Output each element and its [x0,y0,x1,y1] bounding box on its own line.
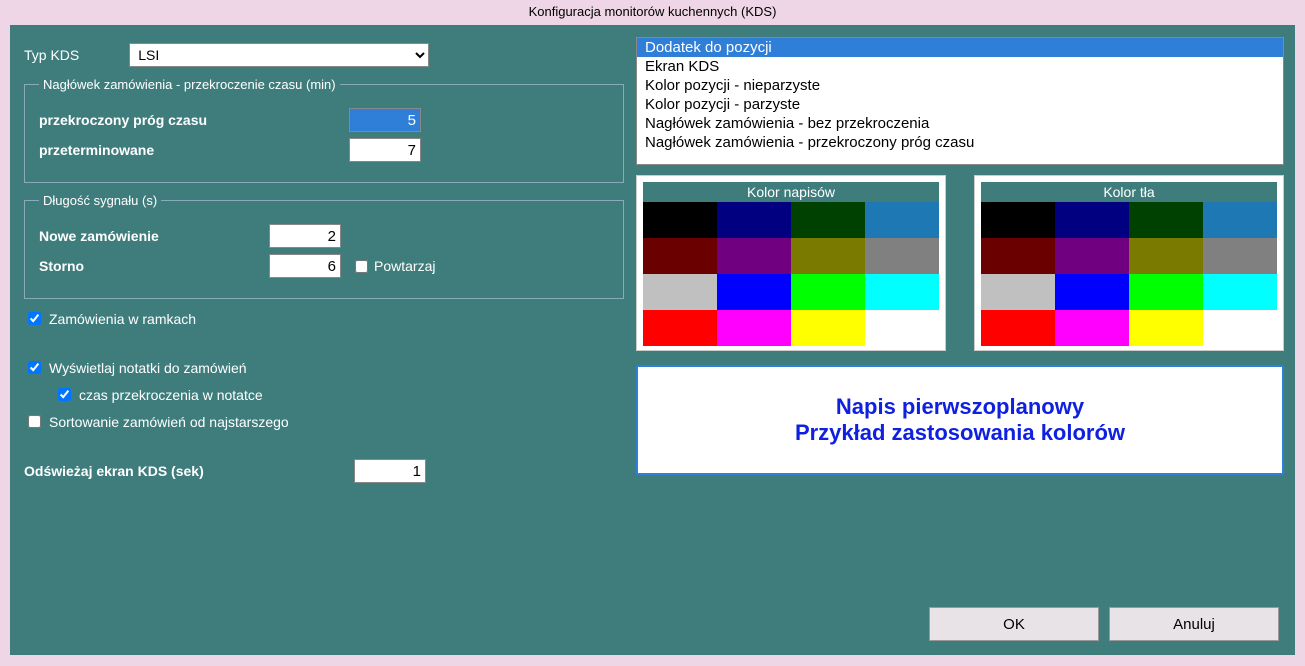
notatki-label: Wyświetlaj notatki do zamówień [49,360,247,376]
list-item[interactable]: Ekran KDS [637,57,1283,76]
list-item[interactable]: Kolor pozycji - parzyste [637,95,1283,114]
color-swatch[interactable] [981,274,1055,310]
color-swatch[interactable] [791,274,865,310]
palette-tla: Kolor tła [974,175,1284,351]
typ-kds-select[interactable]: LSI [129,43,429,67]
color-swatch[interactable] [643,274,717,310]
ramki-label: Zamówienia w ramkach [49,311,196,327]
right-column: Dodatek do pozycjiEkran KDSKolor pozycji… [636,37,1284,475]
list-item[interactable]: Dodatek do pozycji [637,38,1283,57]
preview-box: Napis pierwszoplanowy Przykład zastosowa… [636,365,1284,475]
fieldset-czas: Nagłówek zamówienia - przekroczenie czas… [24,77,624,183]
color-swatch[interactable] [791,310,865,346]
color-swatch[interactable] [791,202,865,238]
palette-tla-header: Kolor tła [981,182,1277,202]
notatki-checkbox[interactable] [28,361,41,374]
color-swatch[interactable] [1055,238,1129,274]
color-swatch[interactable] [717,238,791,274]
color-swatch[interactable] [865,202,939,238]
ramki-checkbox[interactable] [28,312,41,325]
color-swatch[interactable] [865,238,939,274]
color-swatch[interactable] [1129,202,1203,238]
color-swatch[interactable] [1203,202,1277,238]
main-panel: Typ KDS LSI Nagłówek zamówienia - przekr… [10,25,1295,655]
palette-napisow: Kolor napisów [636,175,946,351]
przekroczony-label: przekroczony próg czasu [39,112,349,128]
refresh-input[interactable] [354,459,426,483]
ok-button[interactable]: OK [929,607,1099,641]
storno-label: Storno [39,258,269,274]
color-swatch[interactable] [865,274,939,310]
typ-kds-label: Typ KDS [24,47,79,63]
color-swatch[interactable] [791,238,865,274]
color-swatch[interactable] [1203,274,1277,310]
color-swatch[interactable] [1055,274,1129,310]
color-swatch[interactable] [1203,238,1277,274]
nowe-input[interactable] [269,224,341,248]
color-swatch[interactable] [717,274,791,310]
color-swatch[interactable] [717,310,791,346]
listbox-elementy[interactable]: Dodatek do pozycjiEkran KDSKolor pozycji… [636,37,1284,165]
powtarzaj-checkbox[interactable] [355,260,368,273]
left-column: Typ KDS LSI Nagłówek zamówienia - przekr… [24,43,624,483]
color-swatch[interactable] [643,238,717,274]
color-swatch[interactable] [1055,202,1129,238]
nowe-label: Nowe zamówienie [39,228,269,244]
przeterminowane-label: przeterminowane [39,142,349,158]
color-swatch[interactable] [643,202,717,238]
color-swatch[interactable] [981,238,1055,274]
preview-line2: Przykład zastosowania kolorów [795,420,1125,446]
refresh-label: Odświeżaj ekran KDS (sek) [24,463,354,479]
palette-napisow-header: Kolor napisów [643,182,939,202]
color-swatch[interactable] [1203,310,1277,346]
color-swatch[interactable] [865,310,939,346]
list-item[interactable]: Kolor pozycji - nieparzyste [637,76,1283,95]
fieldset-czas-legend: Nagłówek zamówienia - przekroczenie czas… [39,77,340,92]
window-title: Konfiguracja monitorów kuchennych (KDS) [0,0,1305,25]
color-swatch[interactable] [643,310,717,346]
color-swatch[interactable] [981,202,1055,238]
czas-notatka-checkbox[interactable] [58,388,71,401]
list-item[interactable]: Nagłówek zamówienia - bez przekroczenia [637,114,1283,133]
fieldset-sygnal-legend: Długość sygnału (s) [39,193,161,208]
sortowanie-label: Sortowanie zamówień od najstarszego [49,414,289,430]
color-swatch[interactable] [981,310,1055,346]
powtarzaj-label: Powtarzaj [374,258,435,274]
czas-notatka-label: czas przekroczenia w notatce [79,387,263,403]
przeterminowane-input[interactable] [349,138,421,162]
przekroczony-input[interactable] [349,108,421,132]
color-swatch[interactable] [1129,238,1203,274]
color-swatch[interactable] [1129,274,1203,310]
fieldset-sygnal: Długość sygnału (s) Nowe zamówienie Stor… [24,193,624,299]
preview-line1: Napis pierwszoplanowy [836,394,1084,420]
storno-input[interactable] [269,254,341,278]
sortowanie-checkbox[interactable] [28,415,41,428]
color-swatch[interactable] [1129,310,1203,346]
color-swatch[interactable] [1055,310,1129,346]
list-item[interactable]: Nagłówek zamówienia - przekroczony próg … [637,133,1283,152]
cancel-button[interactable]: Anuluj [1109,607,1279,641]
color-swatch[interactable] [717,202,791,238]
